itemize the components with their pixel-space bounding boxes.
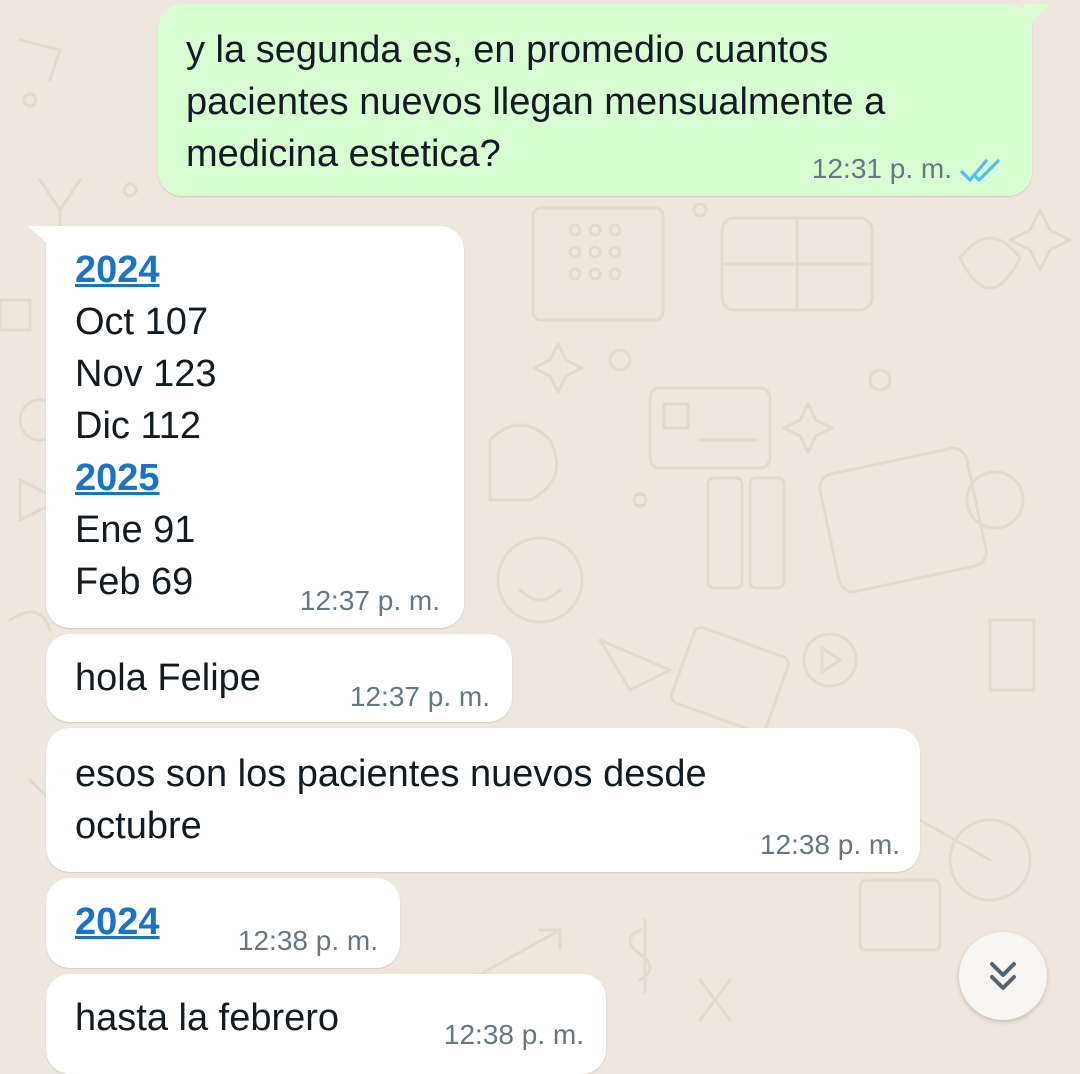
bubble-tail	[28, 226, 54, 250]
incoming-message[interactable]: hasta la febrero 12:38 p. m.	[46, 974, 606, 1074]
incoming-message[interactable]: esos son los pacientes nuevos desde octu…	[46, 728, 920, 872]
month-count-oct: Oct 107	[75, 301, 209, 343]
year-link-2024[interactable]: 2024	[75, 244, 444, 296]
incoming-message[interactable]: hola Felipe 12:37 p. m.	[46, 634, 512, 722]
scroll-to-bottom-button[interactable]	[959, 932, 1047, 1020]
message-timestamp: 12:38 p. m.	[759, 829, 900, 860]
outgoing-message[interactable]: y la segunda es, en promedio cuantos pac…	[158, 4, 1050, 196]
incoming-message[interactable]: 2024 Oct 107 Nov 123 Dic 112 2025 Ene 91…	[28, 226, 464, 628]
year-link-2025[interactable]: 2025	[75, 452, 444, 504]
bubble-tail	[1024, 4, 1050, 28]
message-timestamp: 12:37 p. m.	[299, 585, 440, 616]
month-count-nov: Nov 123	[75, 353, 217, 395]
month-count-ene: Ene 91	[75, 509, 196, 551]
incoming-message[interactable]: 2024 12:38 p. m.	[46, 878, 400, 968]
month-count-dic: Dic 112	[75, 405, 202, 447]
message-timestamp: 12:37 p. m.	[349, 681, 490, 712]
double-check-read-icon	[960, 159, 1000, 182]
message-timestamp: 12:38 p. m.	[443, 1019, 584, 1050]
double-chevron-down-icon	[990, 962, 1016, 990]
message-timestamp: 12:31 p. m.	[811, 153, 952, 184]
message-timestamp: 12:38 p. m.	[237, 925, 378, 956]
